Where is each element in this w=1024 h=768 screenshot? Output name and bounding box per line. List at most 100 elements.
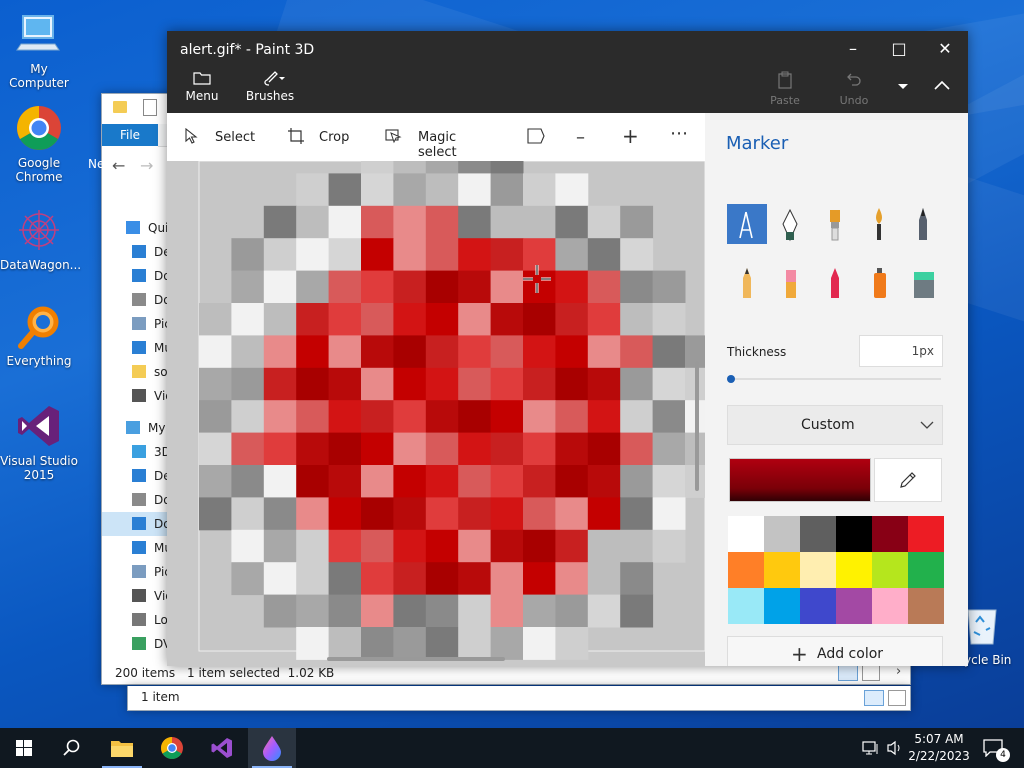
color-swatch[interactable] <box>800 516 836 552</box>
desktop-icon-my-computer[interactable]: My Computer <box>0 10 78 90</box>
custom-dropdown[interactable]: Custom <box>727 405 943 445</box>
calligraphy-pen-tool[interactable] <box>771 204 811 244</box>
sidebar-item[interactable]: Mu <box>102 336 168 360</box>
selected-color-swatch[interactable] <box>729 458 871 502</box>
horizontal-scrollbar[interactable] <box>327 657 505 661</box>
sidebar-item[interactable]: De <box>102 464 168 488</box>
pixel-pen-tool[interactable] <box>903 262 943 302</box>
zoom-out-icon[interactable]: – <box>576 127 585 148</box>
color-swatch[interactable] <box>908 588 944 624</box>
paste-button[interactable]: Paste <box>765 71 805 107</box>
canvas-area[interactable] <box>167 161 705 666</box>
sidebar-item[interactable]: Pic <box>102 560 168 584</box>
ribbon-tab-file[interactable]: File <box>102 124 158 146</box>
desktop-icon-chrome[interactable]: Google Chrome <box>0 104 78 184</box>
details-view-button[interactable] <box>864 690 884 706</box>
color-swatch[interactable] <box>872 588 908 624</box>
sidebar-item[interactable]: Vid <box>102 384 168 408</box>
color-swatch[interactable] <box>728 516 764 552</box>
volume-icon[interactable] <box>886 740 904 760</box>
color-swatch[interactable] <box>728 552 764 588</box>
sidebar-item[interactable]: so <box>102 360 168 384</box>
desktop-icon-visual-studio[interactable]: Visual Studio 2015 <box>0 402 78 482</box>
crop-button[interactable]: Crop <box>287 125 357 151</box>
forward-button[interactable]: → <box>140 156 153 175</box>
desktop-icon-datawagon[interactable]: DataWagon... <box>0 206 81 272</box>
pencil-tool[interactable] <box>727 262 767 302</box>
thickness-slider-thumb[interactable] <box>727 375 735 383</box>
sidebar-item[interactable]: Mu <box>102 536 168 560</box>
scroll-right-button[interactable]: › <box>896 664 901 679</box>
color-swatch[interactable] <box>764 516 800 552</box>
sidebar-item[interactable]: De <box>102 240 168 264</box>
magic-select-button[interactable]: Magic select <box>385 125 495 160</box>
minimize-button[interactable]: – <box>830 37 876 61</box>
marker-tool[interactable] <box>727 204 767 244</box>
thickness-slider[interactable] <box>727 375 941 383</box>
taskbar-paint3d[interactable] <box>248 728 296 768</box>
eyedropper-button[interactable] <box>874 458 942 502</box>
sidebar-item[interactable]: Do <box>102 288 168 312</box>
sidebar-item[interactable]: 3D <box>102 440 168 464</box>
select-button[interactable]: Select <box>185 125 255 151</box>
color-swatch[interactable] <box>728 588 764 624</box>
sidebar-item[interactable]: Quic <box>102 216 168 240</box>
crayon-tool[interactable] <box>815 262 855 302</box>
notifications-button[interactable]: 4 <box>976 728 1016 768</box>
spray-can-tool[interactable] <box>859 262 899 302</box>
taskbar-chrome[interactable] <box>148 728 196 768</box>
oil-brush-tool[interactable] <box>815 204 855 244</box>
sidebar-item[interactable]: My <box>102 416 168 440</box>
sidebar-item[interactable]: Do <box>102 488 168 512</box>
large-icons-view-button[interactable] <box>862 665 880 681</box>
details-view-button[interactable] <box>838 665 858 681</box>
color-swatch[interactable] <box>872 552 908 588</box>
color-swatch[interactable] <box>836 516 872 552</box>
sidebar-item[interactable]: Vid <box>102 584 168 608</box>
add-color-button[interactable]: + Add color <box>727 636 943 666</box>
pixel <box>393 205 427 239</box>
flag-icon[interactable] <box>527 128 545 148</box>
watercolor-tool[interactable] <box>859 204 899 244</box>
undo-button[interactable]: Undo <box>834 71 874 107</box>
paint3d-titlebar[interactable]: alert.gif* - Paint 3D – □ ✕ Menu Brushes… <box>167 31 968 113</box>
sidebar-item[interactable]: DV <box>102 632 168 656</box>
explorer-window-front[interactable]: 1 item <box>127 686 911 711</box>
close-button[interactable]: ✕ <box>922 37 968 61</box>
zoom-in-icon[interactable]: + <box>622 124 639 148</box>
color-swatch[interactable] <box>800 552 836 588</box>
color-swatch[interactable] <box>764 552 800 588</box>
clock[interactable]: 5:07 AM 2/22/2023 <box>906 731 972 765</box>
pen-tool[interactable] <box>903 204 943 244</box>
color-swatch[interactable] <box>908 516 944 552</box>
vertical-scrollbar[interactable] <box>695 361 699 491</box>
color-swatch[interactable] <box>872 516 908 552</box>
color-swatch[interactable] <box>800 588 836 624</box>
sidebar-item[interactable]: Do <box>102 512 168 536</box>
network-icon[interactable] <box>862 740 880 760</box>
desktop-icon-everything[interactable]: Everything <box>0 302 78 368</box>
menu-button[interactable]: Menu <box>180 71 224 103</box>
start-button[interactable] <box>0 728 48 768</box>
color-swatch[interactable] <box>908 552 944 588</box>
sidebar-item[interactable]: Do <box>102 264 168 288</box>
color-swatch[interactable] <box>836 588 872 624</box>
large-icons-view-button[interactable] <box>888 690 906 706</box>
thickness-input-box[interactable]: 1px <box>859 335 943 367</box>
color-swatch[interactable] <box>764 588 800 624</box>
brushes-button[interactable]: Brushes <box>245 71 295 103</box>
taskbar-file-explorer[interactable] <box>98 728 146 768</box>
eraser-tool[interactable] <box>771 262 811 302</box>
sidebar-item[interactable]: Pic <box>102 312 168 336</box>
image-canvas[interactable] <box>167 161 705 666</box>
history-dropdown-icon[interactable] <box>898 84 908 89</box>
back-button[interactable]: ← <box>112 156 125 175</box>
maximize-button[interactable]: □ <box>876 37 922 61</box>
color-swatch[interactable] <box>836 552 872 588</box>
sidebar-item[interactable]: Lo <box>102 608 168 632</box>
taskbar-visual-studio[interactable] <box>198 728 246 768</box>
more-options-icon[interactable]: ⋯ <box>670 123 688 144</box>
search-button[interactable] <box>48 728 96 768</box>
paint3d-window[interactable]: alert.gif* - Paint 3D – □ ✕ Menu Brushes… <box>167 31 968 666</box>
collapse-toolbar-icon[interactable] <box>933 76 951 95</box>
